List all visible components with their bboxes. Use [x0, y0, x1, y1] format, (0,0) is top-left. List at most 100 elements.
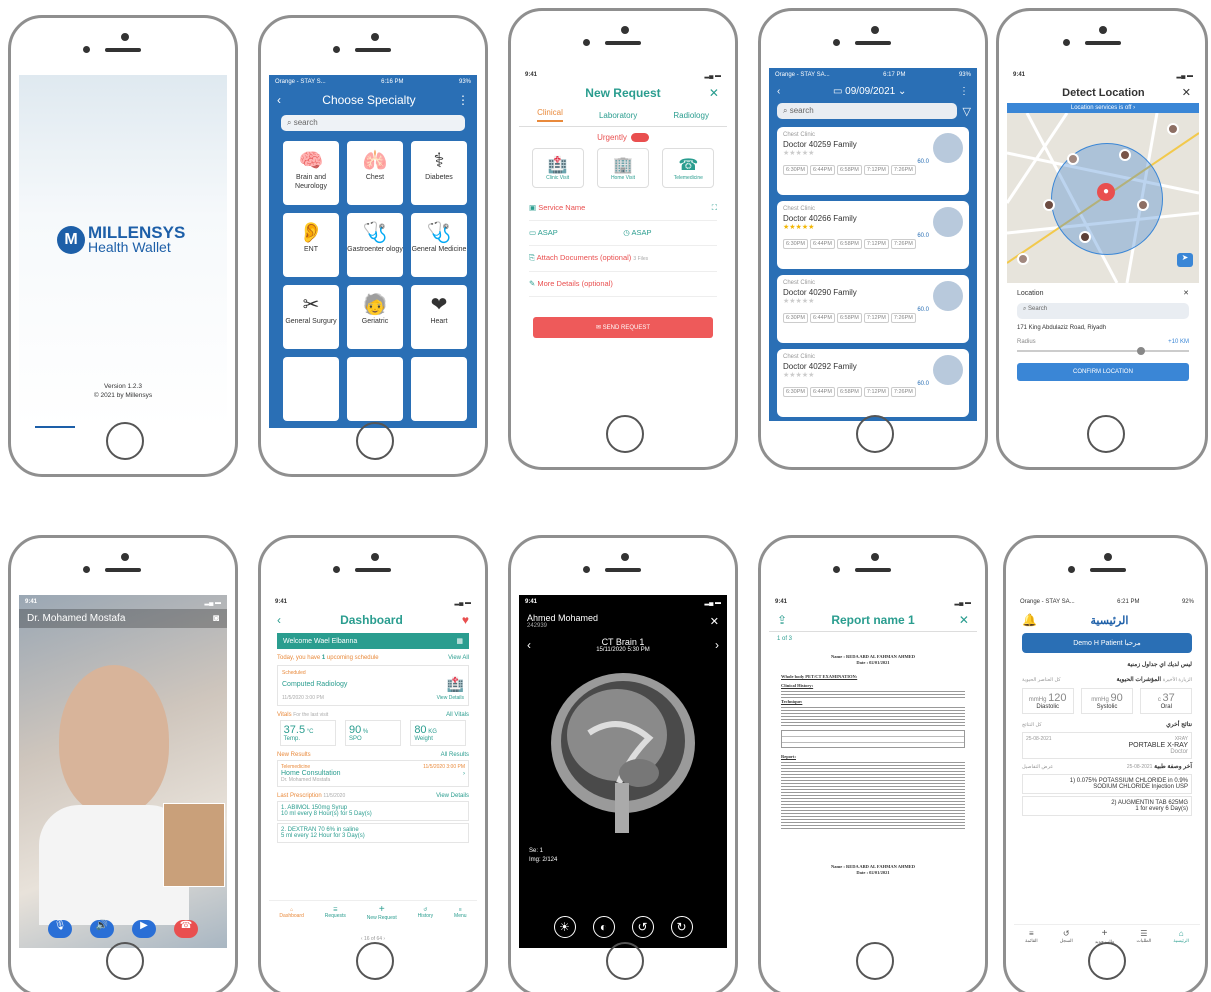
qr-code-icon[interactable]: ▦ [456, 637, 463, 645]
microphone-icon[interactable]: 🎙 [48, 920, 72, 938]
specialty-item[interactable] [283, 357, 339, 421]
tab-clinical[interactable]: Clinical [537, 108, 563, 122]
map[interactable]: ● ➤ [1007, 113, 1199, 283]
time-slot[interactable]: 6:30PM [783, 165, 808, 175]
specialty-item[interactable]: 🩺 Gastroenter ology [347, 213, 403, 277]
home-button[interactable] [1088, 942, 1126, 980]
home-button[interactable] [106, 942, 144, 980]
specialty-item[interactable] [411, 357, 467, 421]
all-results-link[interactable]: كل النتائج [1022, 722, 1042, 728]
doctor-avatar[interactable] [1079, 231, 1091, 243]
time-slot[interactable]: 7:26PM [890, 165, 916, 175]
time-slot[interactable]: 7:12PM [863, 313, 889, 323]
time-slot[interactable]: 7:26PM [890, 239, 916, 249]
nav-requests[interactable]: ☰ الطلبات [1136, 929, 1151, 944]
time-slot[interactable]: 6:44PM [809, 239, 835, 249]
rotate-right-icon[interactable]: ↻ [670, 916, 693, 938]
rx-view-details-link[interactable]: View Details [436, 793, 469, 799]
camera-switch-icon[interactable]: ◙ [213, 613, 219, 624]
time-slot[interactable]: 7:26PM [890, 387, 916, 397]
date-picker[interactable]: ▭ 09/09/2021 ⌄ [833, 86, 906, 97]
doctor-avatar[interactable] [1067, 153, 1079, 165]
prev-icon[interactable]: ‹ [527, 638, 531, 652]
video-icon[interactable]: ▶ [132, 920, 156, 938]
home-button[interactable] [106, 422, 144, 460]
nav-requests[interactable]: ☰ Requests [325, 907, 346, 919]
back-icon[interactable]: ‹ [277, 93, 281, 107]
location-banner[interactable]: Location services is off › [1007, 103, 1199, 113]
time-slot[interactable]: 7:12PM [863, 239, 889, 249]
doctor-avatar[interactable] [1137, 199, 1149, 211]
location-pin-icon[interactable]: ● [1097, 183, 1115, 201]
doctor-avatar[interactable] [1167, 123, 1179, 135]
more-details-field[interactable]: ✎ More Details (optional) [529, 272, 717, 297]
specialty-item[interactable]: 🧓 Geriatric [347, 285, 403, 349]
close-icon[interactable]: ✕ [1183, 289, 1189, 297]
close-icon[interactable]: ✕ [709, 86, 719, 100]
time-field[interactable]: ◷ ASAP [623, 221, 651, 245]
home-button[interactable] [856, 415, 894, 453]
radius-slider[interactable] [1017, 347, 1189, 355]
brightness-icon[interactable]: ☀ [553, 916, 576, 938]
time-slot[interactable]: 6:30PM [783, 239, 808, 249]
doctor-avatar[interactable] [1017, 253, 1029, 265]
result-card[interactable]: Telemedicine 11/5/2020 3:00 PM Home Consu… [277, 760, 469, 787]
xray-card[interactable]: 25-08-2021 XRAY PORTABLE X-RAY Doctor [1022, 732, 1192, 759]
specialty-item[interactable]: ✂ General Surgury [283, 285, 339, 349]
speaker-icon[interactable]: 🔊 [90, 920, 114, 938]
rx-details-link[interactable]: عرض التفاصيل [1022, 764, 1053, 770]
urgency-toggle[interactable] [630, 133, 649, 142]
home-button[interactable] [1087, 415, 1125, 453]
time-slot[interactable]: 6:58PM [836, 239, 862, 249]
time-slot[interactable]: 7:26PM [890, 313, 916, 323]
share-icon[interactable]: ⇪ [777, 613, 787, 627]
filter-icon[interactable]: ▽ [963, 105, 971, 118]
back-icon[interactable]: ‹ [277, 613, 281, 627]
close-icon[interactable]: ✕ [1182, 86, 1191, 99]
all-vitals-link[interactable]: All Vitals [446, 712, 469, 718]
home-button[interactable] [356, 422, 394, 460]
nav-dashboard[interactable]: ⌂ Dashboard [279, 907, 303, 919]
nav-history[interactable]: ↺ History [418, 907, 434, 919]
time-slot[interactable]: 6:30PM [783, 387, 808, 397]
doctor-avatar[interactable] [1043, 199, 1055, 211]
nav-menu[interactable]: ≡ Menu [454, 907, 467, 919]
specialty-item[interactable] [347, 357, 403, 421]
time-slot[interactable]: 6:44PM [809, 387, 835, 397]
tab-laboratory[interactable]: Laboratory [599, 111, 637, 120]
hang-up-icon[interactable]: ☎ [174, 920, 198, 938]
rotate-left-icon[interactable]: ↺ [631, 916, 654, 938]
time-slot[interactable]: 6:44PM [809, 313, 835, 323]
next-icon[interactable]: › [715, 638, 719, 652]
time-slot[interactable]: 7:12PM [863, 165, 889, 175]
doctor-card[interactable]: Chest Clinic Doctor 40266 Family ★★★★★ 60.0… [777, 201, 969, 269]
doctor-card[interactable]: Chest Clinic Doctor 40290 Family ★★★★★ 60.0… [777, 275, 969, 343]
specialty-item[interactable]: ⚕ Diabetes [411, 141, 467, 205]
search-input[interactable]: ⌕ search [777, 103, 957, 119]
service-name-field[interactable]: ▣ Service Name [529, 196, 585, 220]
close-icon[interactable]: ✕ [959, 613, 969, 627]
nav-history[interactable]: ↺ السجل [1060, 929, 1073, 944]
time-slot[interactable]: 6:44PM [809, 165, 835, 175]
attach-documents-field[interactable]: ⎘ Attach Documents (optional) 3 Files [529, 246, 717, 272]
location-search-input[interactable]: ⌕ Search [1017, 303, 1189, 319]
doctor-avatar[interactable] [1119, 149, 1131, 161]
self-view-video[interactable] [163, 803, 225, 887]
home-button[interactable] [606, 942, 644, 980]
time-slot[interactable]: 7:12PM [863, 387, 889, 397]
nav-new-request[interactable]: + New Request [367, 904, 397, 921]
time-slot[interactable]: 6:30PM [783, 313, 808, 323]
ct-scan-image[interactable] [519, 663, 727, 833]
notification-icon[interactable]: ♥ [462, 613, 469, 627]
send-request-button[interactable]: ✉ SEND REQUEST [533, 317, 713, 338]
specialty-item[interactable]: 🧠 Brain and Neurology [283, 141, 339, 205]
nav-menu[interactable]: ≡ القائمة [1025, 929, 1038, 944]
time-slot[interactable]: 6:58PM [836, 387, 862, 397]
view-all-link[interactable]: View All [448, 655, 469, 661]
back-icon[interactable]: ‹ [777, 86, 780, 97]
contrast-icon[interactable]: ◐ [592, 916, 615, 938]
more-icon[interactable]: ⋮ [457, 93, 469, 107]
time-slot[interactable]: 6:58PM [836, 165, 862, 175]
home-button[interactable] [356, 942, 394, 980]
doctor-card[interactable]: Chest Clinic Doctor 40259 Family ★★★★★ 60.0… [777, 127, 969, 195]
